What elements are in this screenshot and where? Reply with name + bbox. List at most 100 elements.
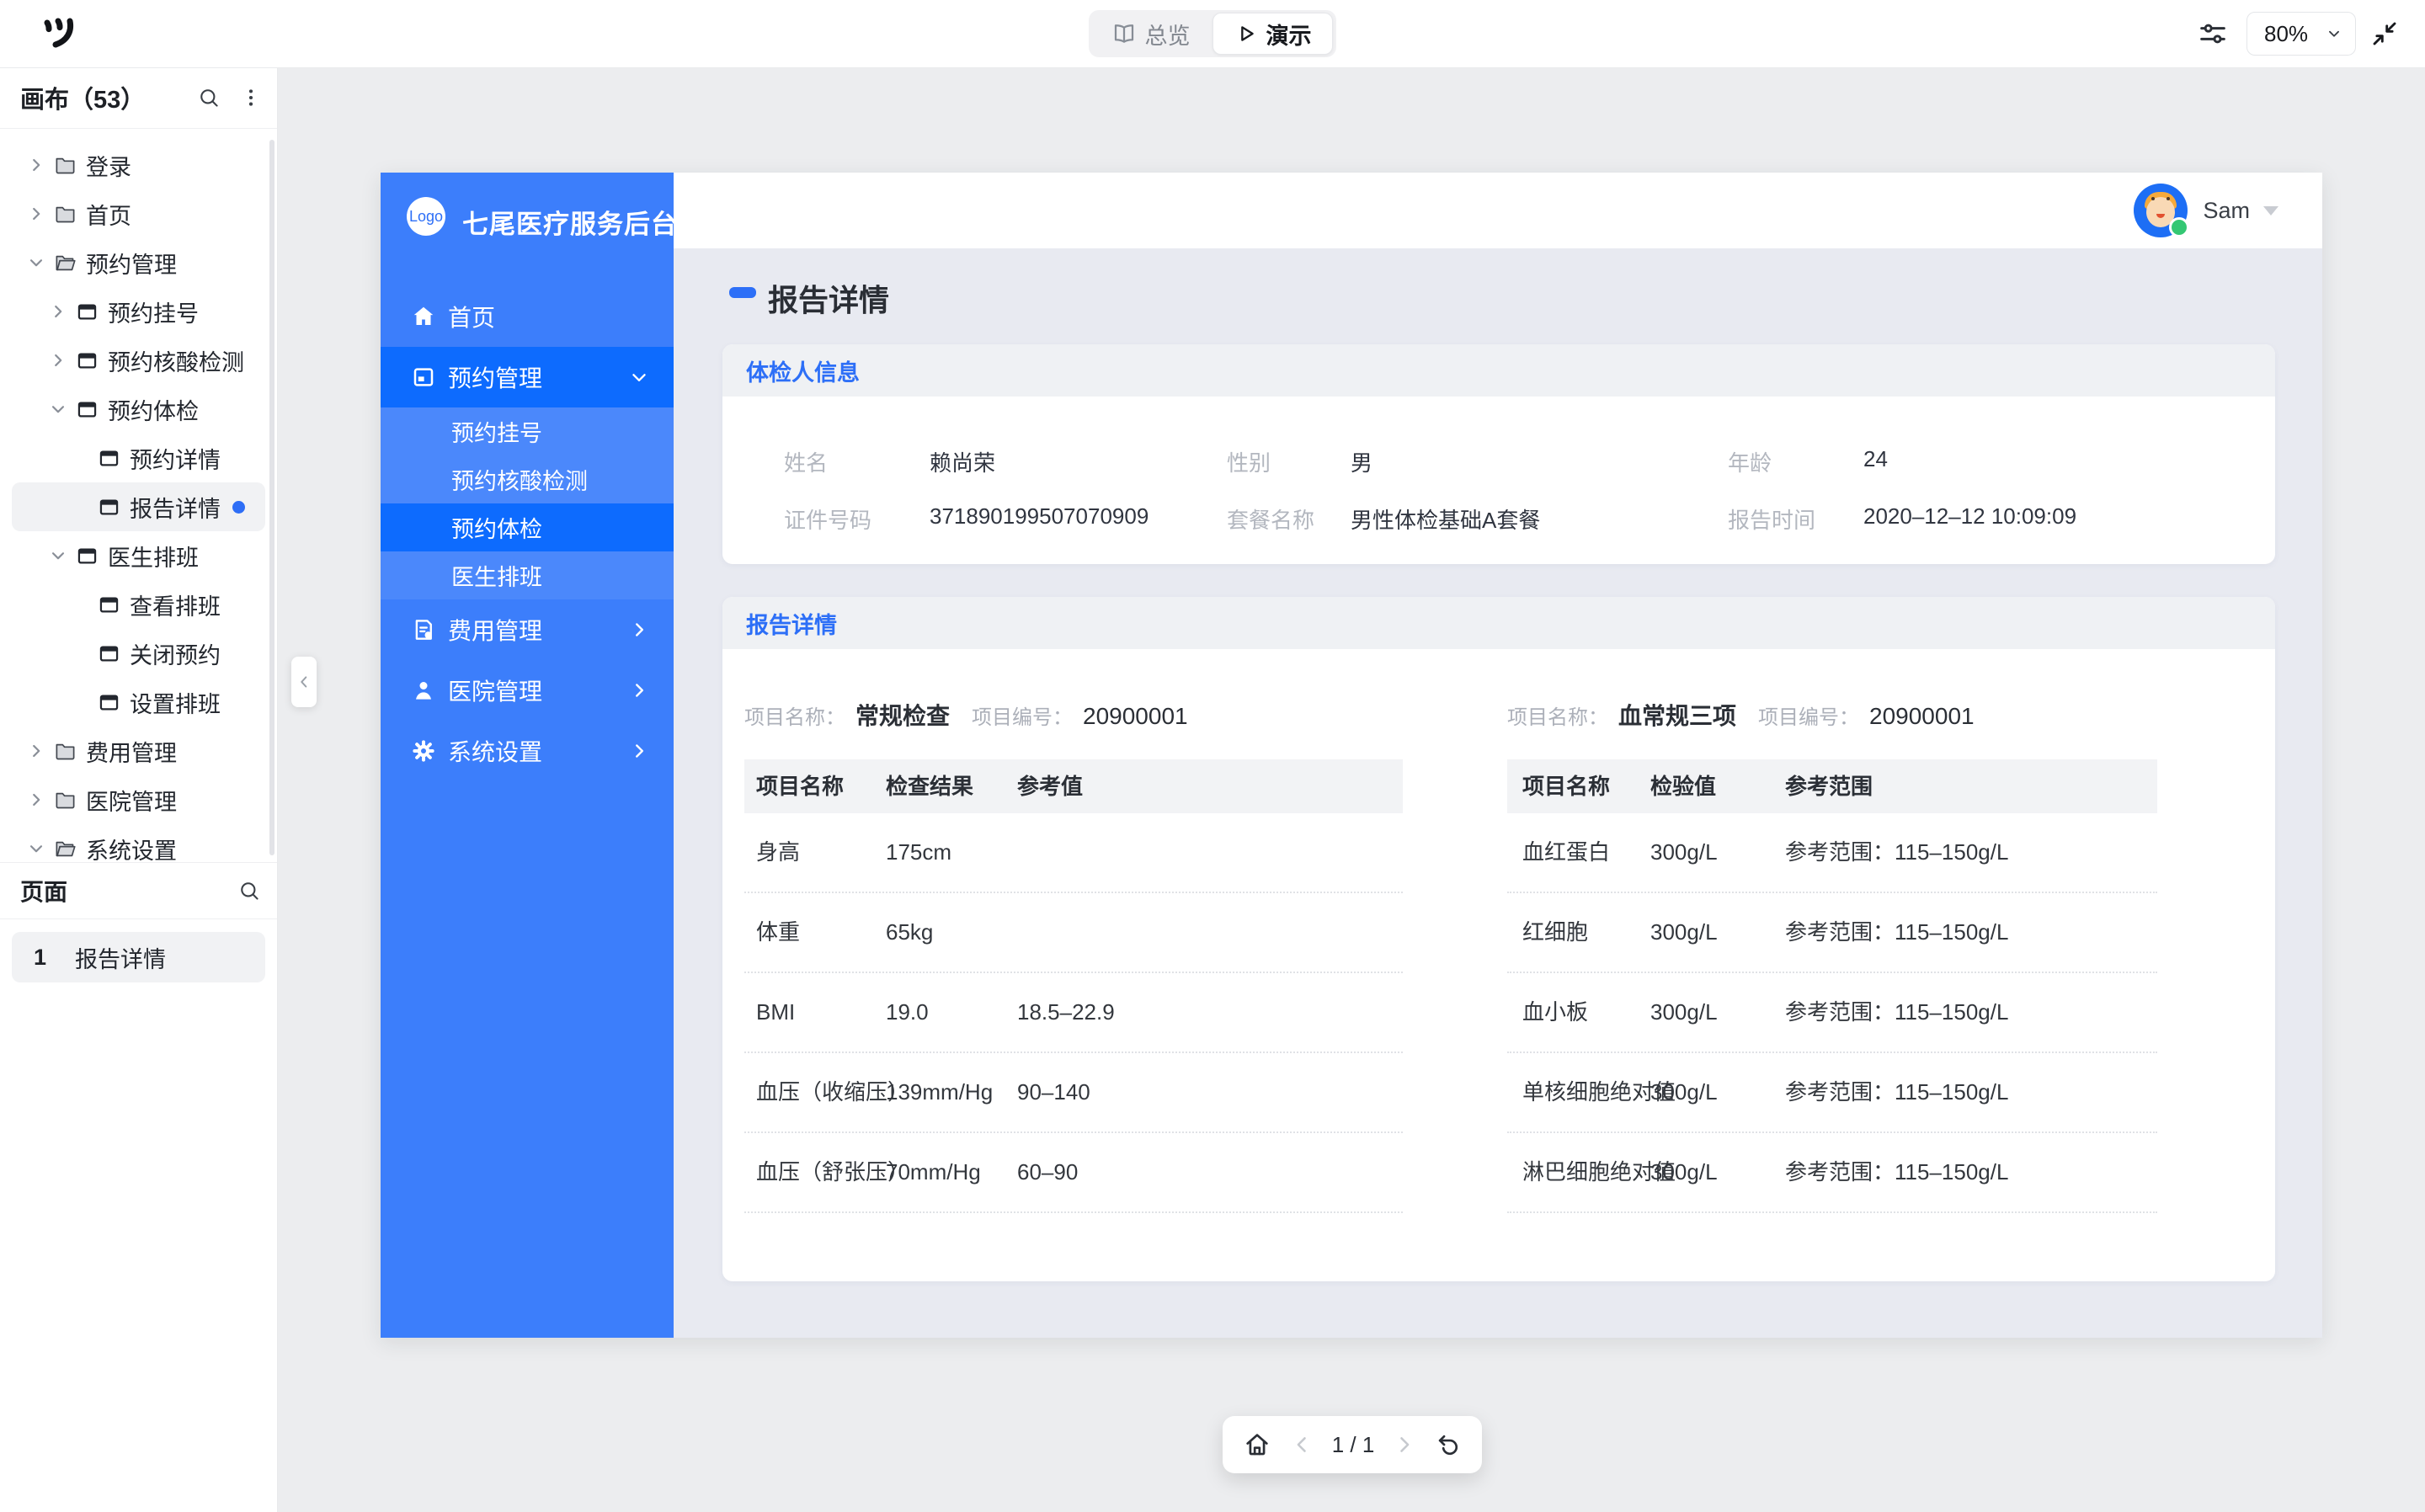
page-list-item[interactable]: 1 报告详情 bbox=[12, 932, 265, 982]
pages-list: 1 报告详情 bbox=[0, 918, 277, 982]
overview-tab[interactable]: 总览 bbox=[1089, 18, 1212, 51]
tree-chevron-right-icon[interactable] bbox=[45, 351, 71, 370]
layer-item[interactable]: 报告详情 bbox=[12, 482, 265, 531]
tree-chevron-down-icon[interactable] bbox=[45, 546, 71, 565]
tree-scrollbar[interactable] bbox=[269, 140, 274, 855]
layer-item[interactable]: 医生排班 bbox=[12, 531, 265, 580]
layer-label: 查看排班 bbox=[130, 588, 221, 621]
tree-chevron-down-icon[interactable] bbox=[45, 400, 71, 418]
layers-panel: 画布（53） 登录首页预约管理预约挂号预约核酸检测预约体检预约详情报告详情医生排… bbox=[0, 67, 278, 1512]
layer-item[interactable]: 费用管理 bbox=[12, 727, 265, 775]
tree-chevron-right-icon[interactable] bbox=[24, 205, 49, 223]
chevron-down-icon bbox=[628, 366, 650, 388]
mockup-menu-item[interactable]: 首页 bbox=[381, 286, 674, 347]
mockup-submenu-item[interactable]: 预约体检 bbox=[381, 503, 674, 551]
folder-open-icon bbox=[52, 252, 77, 274]
field-value: 24 bbox=[1863, 446, 1888, 472]
preferences-sliders-icon[interactable] bbox=[2196, 17, 2230, 51]
present-tab[interactable]: 演示 bbox=[1212, 13, 1333, 55]
user-menu-caret-icon[interactable] bbox=[2263, 206, 2278, 216]
page-index: 1 bbox=[34, 945, 46, 971]
panel-collapse-handle[interactable] bbox=[291, 657, 317, 707]
column-header: 项目名称 bbox=[1522, 759, 1610, 813]
next-page-button[interactable] bbox=[1393, 1433, 1416, 1456]
folder-icon bbox=[52, 154, 77, 177]
layer-item[interactable]: 设置排班 bbox=[12, 678, 265, 727]
tree-chevron-right-icon[interactable] bbox=[45, 302, 71, 321]
table-cell: 175cm bbox=[886, 813, 951, 892]
column-header: 检验值 bbox=[1650, 759, 1716, 813]
meta-label: 项目名称： bbox=[1507, 700, 1608, 730]
tree-chevron-right-icon[interactable] bbox=[24, 791, 49, 809]
table-cell: 血红蛋白 bbox=[1522, 813, 1610, 892]
table-cell: 参考范围：115–150g/L bbox=[1785, 1133, 2008, 1211]
field-label: 证件号码 bbox=[784, 503, 871, 535]
home-button[interactable] bbox=[1243, 1430, 1271, 1459]
table-row: 血压（舒张压）70mm/Hg60–90 bbox=[744, 1133, 1403, 1213]
layer-label: 预约挂号 bbox=[108, 295, 199, 328]
table-cell: 60–90 bbox=[1017, 1133, 1078, 1211]
tree-chevron-right-icon[interactable] bbox=[24, 156, 49, 174]
search-icon[interactable] bbox=[197, 86, 221, 109]
layer-label: 预约核酸检测 bbox=[108, 344, 244, 377]
mockup-brand: Logo 七尾医疗服务后台 bbox=[381, 173, 674, 286]
tree-chevron-down-icon[interactable] bbox=[24, 839, 49, 858]
layer-item[interactable]: 医院管理 bbox=[12, 775, 265, 824]
mockup-menu-item[interactable]: 费用管理 bbox=[381, 599, 674, 660]
mockup-menu-item[interactable]: 医院管理 bbox=[381, 660, 674, 721]
blood-test-table: 项目名称检验值参考范围血红蛋白300g/L参考范围：115–150g/L红细胞3… bbox=[1507, 759, 2157, 1213]
layer-label: 系统设置 bbox=[86, 833, 177, 864]
folder-icon bbox=[52, 789, 77, 812]
layer-item[interactable]: 关闭预约 bbox=[12, 629, 265, 678]
examinee-info-card: 体检人信息 姓名赖尚荣性别男年龄24证件号码371890199507070909… bbox=[722, 344, 2275, 564]
page-label: 报告详情 bbox=[75, 941, 166, 974]
design-canvas[interactable]: Logo 七尾医疗服务后台 首页预约管理预约挂号预约核酸检测预约体检医生排班费用… bbox=[278, 67, 2425, 1512]
more-options-icon[interactable] bbox=[239, 86, 263, 109]
layer-item[interactable]: 查看排班 bbox=[12, 580, 265, 629]
mockup-menu-item[interactable]: 预约管理 bbox=[381, 347, 674, 407]
layer-item[interactable]: 预约挂号 bbox=[12, 287, 265, 336]
layer-label: 预约体检 bbox=[108, 393, 199, 426]
avatar[interactable] bbox=[2134, 184, 2188, 237]
table-row: 单核细胞绝对值300g/L参考范围：115–150g/L bbox=[1507, 1053, 2157, 1133]
mockup-submenu-item[interactable]: 预约挂号 bbox=[381, 407, 674, 455]
table-cell: 体重 bbox=[756, 893, 800, 972]
frame-icon bbox=[74, 398, 99, 421]
selected-indicator-dot bbox=[232, 501, 245, 514]
layer-item[interactable]: 首页 bbox=[12, 189, 265, 238]
layer-item[interactable]: 登录 bbox=[12, 141, 265, 189]
meta-project-number: 20900001 bbox=[1869, 703, 1975, 730]
menu-label: 费用管理 bbox=[448, 613, 542, 647]
layer-item[interactable]: 系统设置 bbox=[12, 824, 265, 863]
menu-label: 预约管理 bbox=[448, 360, 542, 394]
report-detail-card: 报告详情 项目名称：常规检查项目编号：20900001项目名称检查结果参考值身高… bbox=[722, 597, 2275, 1281]
general-exam-table: 项目名称检查结果参考值身高175cm体重65kgBMI19.018.5–22.9… bbox=[744, 759, 1403, 1213]
layer-item[interactable]: 预约管理 bbox=[12, 238, 265, 287]
tree-chevron-down-icon[interactable] bbox=[24, 253, 49, 272]
layers-panel-header: 画布（53） bbox=[0, 67, 277, 129]
table-row: 身高175cm bbox=[744, 813, 1403, 893]
field-value: 371890199507070909 bbox=[930, 503, 1149, 530]
zoom-dropdown[interactable]: 80% bbox=[2246, 12, 2356, 56]
folder-icon bbox=[52, 203, 77, 226]
mockup-menu-item[interactable]: 系统设置 bbox=[381, 721, 674, 781]
frame-icon bbox=[96, 642, 121, 665]
tree-chevron-right-icon[interactable] bbox=[24, 742, 49, 760]
home-icon bbox=[411, 304, 436, 329]
layer-item[interactable]: 预约详情 bbox=[12, 434, 265, 482]
layer-item[interactable]: 预约核酸检测 bbox=[12, 336, 265, 385]
field-label: 报告时间 bbox=[1728, 503, 1815, 535]
layer-label: 登录 bbox=[86, 149, 131, 182]
column-header: 项目名称 bbox=[756, 759, 844, 813]
layer-item[interactable]: 预约体检 bbox=[12, 385, 265, 434]
prev-page-button[interactable] bbox=[1290, 1433, 1314, 1456]
pages-search-icon[interactable] bbox=[237, 879, 261, 902]
table-row: BMI19.018.5–22.9 bbox=[744, 973, 1403, 1053]
mockup-submenu-item[interactable]: 医生排班 bbox=[381, 551, 674, 599]
app-logo-icon[interactable] bbox=[37, 13, 77, 54]
meta-label: 项目编号： bbox=[972, 700, 1073, 730]
restart-button[interactable] bbox=[1435, 1431, 1462, 1458]
collapse-ui-icon[interactable] bbox=[2368, 17, 2401, 51]
mockup-submenu-item[interactable]: 预约核酸检测 bbox=[381, 455, 674, 503]
submenu-label: 预约挂号 bbox=[451, 415, 542, 448]
